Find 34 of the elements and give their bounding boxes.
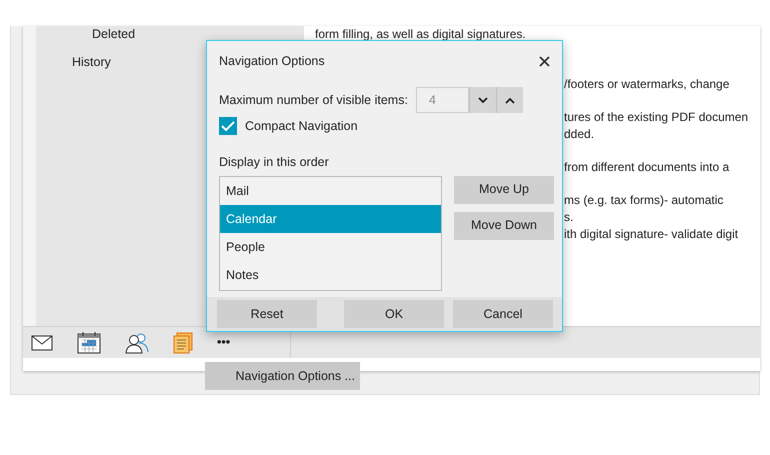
mail-icon[interactable] (31, 334, 53, 350)
calendar-icon[interactable] (77, 332, 101, 354)
section-label: Display in this order (219, 154, 329, 171)
list-item[interactable]: Mail (220, 176, 441, 204)
text-line: tures of the existing PDF documen (564, 109, 748, 126)
folder-item[interactable]: History (36, 54, 111, 71)
text-line: s. (564, 209, 574, 226)
dialog-button[interactable]: Cancel (453, 300, 553, 328)
close-icon[interactable] (539, 56, 550, 66)
decrease-button[interactable] (468, 87, 496, 113)
people-icon[interactable] (125, 332, 149, 354)
notes-icon[interactable] (173, 332, 193, 354)
folder-item[interactable]: Deleted (36, 26, 136, 43)
text-line: /footers or watermarks, change (564, 76, 730, 93)
move-button[interactable]: Move Up (454, 176, 554, 204)
dialog-button[interactable]: Reset (217, 300, 317, 328)
text-line: from different documents into a (564, 159, 730, 176)
dialog-button[interactable]: OK (344, 300, 444, 328)
more-button[interactable]: ••• (217, 333, 230, 352)
increase-button[interactable] (496, 87, 523, 113)
list-item[interactable]: Notes (220, 260, 441, 288)
checkbox-label: Compact Navigation (245, 118, 358, 135)
text-line: ms (e.g. tax forms)- automatic (564, 192, 724, 209)
text-line: ith digital signature- validate digit (564, 226, 738, 243)
text-line: dded. (564, 126, 594, 143)
list-item[interactable]: People (220, 232, 441, 260)
dialog-title: Navigation Options (219, 52, 325, 70)
chevron-up-icon (504, 96, 515, 104)
menu-popup[interactable]: Navigation Options ... (205, 362, 360, 390)
checkbox[interactable] (219, 117, 237, 136)
text-line: form filling, as well as digital signatures. (315, 26, 526, 43)
chevron-down-icon (478, 96, 488, 104)
move-button[interactable]: Move Down (454, 212, 554, 240)
field-label: Maximum number of visible items: (219, 92, 408, 109)
